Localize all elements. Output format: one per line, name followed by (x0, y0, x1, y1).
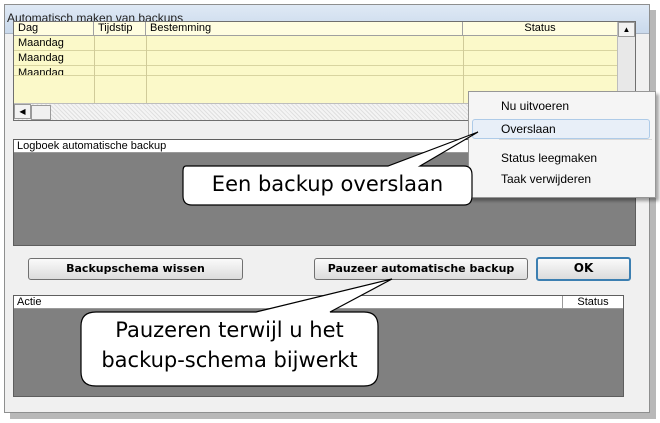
pause-callout-line1: Pauzeren terwijl u het (115, 318, 344, 342)
pause-callout-line2: backup-schema bijwerkt (101, 348, 358, 372)
skip-callout-text: Een backup overslaan (211, 172, 444, 196)
